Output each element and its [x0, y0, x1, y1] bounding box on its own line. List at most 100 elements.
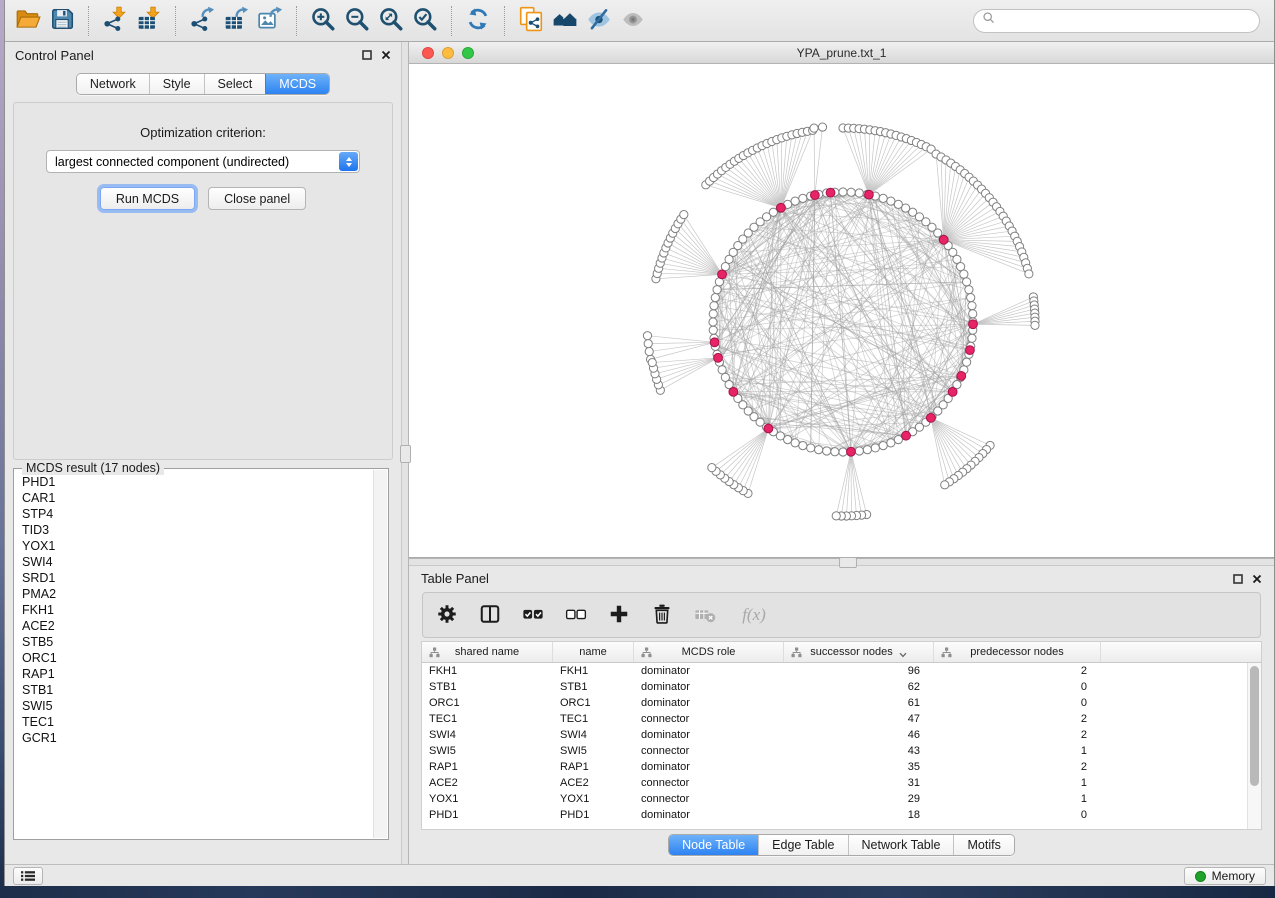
search-input[interactable]: [1001, 13, 1251, 29]
vertical-splitter-grip[interactable]: [400, 445, 411, 463]
cell-shared-name: SWI4: [422, 727, 553, 743]
tab-style[interactable]: Style: [149, 74, 204, 94]
split-columns-button[interactable]: [476, 601, 504, 629]
tab-network[interactable]: Network: [77, 74, 149, 94]
cell-predecessor-nodes: 0: [934, 807, 1101, 823]
settings-gear-icon: [436, 603, 458, 628]
table-row[interactable]: TEC1TEC1connector472: [422, 711, 1261, 727]
table-row[interactable]: ORC1ORC1dominator610: [422, 695, 1261, 711]
close-panel-icon[interactable]: [381, 50, 391, 60]
cell-successor-nodes: 18: [784, 807, 934, 823]
close-panel-button[interactable]: Close panel: [208, 187, 306, 210]
dominator-node: [777, 203, 786, 212]
export-table-button[interactable]: [219, 4, 253, 38]
hide-panel-button[interactable]: [582, 4, 616, 38]
cell-MCDS-role: dominator: [634, 663, 784, 679]
horizontal-splitter-grip[interactable]: [839, 557, 857, 568]
table-scrollbar-thumb[interactable]: [1250, 666, 1259, 786]
delete-column-icon: [651, 603, 673, 628]
mcds-result-item[interactable]: TID3: [22, 522, 374, 538]
deselect-all-button[interactable]: [562, 601, 590, 629]
mcds-result-item[interactable]: YOX1: [22, 538, 374, 554]
column-header-name[interactable]: name: [553, 642, 634, 662]
table-row[interactable]: SWI5SWI5connector431: [422, 743, 1261, 759]
import-table-button[interactable]: [132, 4, 166, 38]
network-canvas[interactable]: [409, 64, 1274, 557]
table-row[interactable]: STB1STB1dominator620: [422, 679, 1261, 695]
show-panels-button[interactable]: [13, 867, 43, 885]
table-row[interactable]: YOX1YOX1connector291: [422, 791, 1261, 807]
zoom-selected-button[interactable]: [408, 4, 442, 38]
memory-status-icon: [1195, 871, 1206, 882]
cell-predecessor-nodes: 1: [934, 791, 1101, 807]
mcds-result-item[interactable]: PHD1: [22, 474, 374, 490]
vertical-splitter[interactable]: [401, 42, 409, 864]
mcds-result-item[interactable]: STB1: [22, 682, 374, 698]
split-columns-icon: [479, 603, 501, 628]
hide-panel-icon: [586, 6, 612, 35]
mcds-result-item[interactable]: TEC1: [22, 714, 374, 730]
float-panel-icon[interactable]: [362, 50, 372, 60]
network-window-title: YPA_prune.txt_1: [409, 46, 1274, 60]
add-column-button[interactable]: [605, 601, 633, 629]
save-session-button[interactable]: [45, 4, 79, 38]
tab-edge-table[interactable]: Edge Table: [758, 835, 847, 855]
horizontal-splitter[interactable]: [409, 558, 1274, 566]
mcds-result-item[interactable]: SWI5: [22, 698, 374, 714]
run-mcds-button[interactable]: Run MCDS: [100, 187, 195, 210]
delete-column-button[interactable]: [648, 601, 676, 629]
table-row[interactable]: SWI4SWI4dominator462: [422, 727, 1261, 743]
zoom-in-button[interactable]: [306, 4, 340, 38]
settings-gear-button[interactable]: [433, 601, 461, 629]
open-file-button[interactable]: [11, 4, 45, 38]
mcds-result-item[interactable]: STP4: [22, 506, 374, 522]
column-header-successor-nodes[interactable]: successor nodes: [784, 642, 934, 662]
mcds-result-scrollbar[interactable]: [373, 470, 387, 838]
select-all-button[interactable]: [519, 601, 547, 629]
mcds-result-item[interactable]: RAP1: [22, 666, 374, 682]
optimization-criterion-select[interactable]: largest connected component (undirected): [46, 150, 360, 173]
export-network-button[interactable]: [185, 4, 219, 38]
import-network-button[interactable]: [98, 4, 132, 38]
dominator-node: [865, 190, 874, 199]
mcds-result-item[interactable]: GCR1: [22, 730, 374, 746]
control-panel-tabs: NetworkStyleSelectMCDS: [76, 73, 330, 95]
table-scrollbar[interactable]: [1247, 663, 1261, 829]
cell-successor-nodes: 46: [784, 727, 934, 743]
sort-menu-icon[interactable]: [899, 649, 907, 655]
table-row[interactable]: RAP1RAP1dominator352: [422, 759, 1261, 775]
tab-select[interactable]: Select: [204, 74, 266, 94]
column-header-shared-name[interactable]: shared name: [422, 642, 553, 662]
mcds-result-item[interactable]: PMA2: [22, 586, 374, 602]
table-row[interactable]: FKH1FKH1dominator962: [422, 663, 1261, 679]
mcds-result-item[interactable]: ORC1: [22, 650, 374, 666]
refresh-network-button[interactable]: [461, 4, 495, 38]
zoom-out-button[interactable]: [340, 4, 374, 38]
tab-network-table[interactable]: Network Table: [848, 835, 954, 855]
clone-network-button[interactable]: [514, 4, 548, 38]
float-panel-icon[interactable]: [1233, 574, 1243, 584]
mcds-result-item[interactable]: ACE2: [22, 618, 374, 634]
tab-motifs[interactable]: Motifs: [953, 835, 1013, 855]
memory-button[interactable]: Memory: [1184, 867, 1266, 885]
table-row[interactable]: ACE2ACE2connector311: [422, 775, 1261, 791]
tab-node-table[interactable]: Node Table: [669, 835, 758, 855]
export-image-button[interactable]: [253, 4, 287, 38]
mcds-result-item[interactable]: FKH1: [22, 602, 374, 618]
zoom-fit-button[interactable]: [374, 4, 408, 38]
network-view-frame: YPA_prune.txt_1: [409, 42, 1274, 558]
zoom-out-icon: [344, 6, 370, 35]
cell-shared-name: PHD1: [422, 807, 553, 823]
column-header-predecessor-nodes[interactable]: predecessor nodes: [934, 642, 1101, 662]
show-panel-button[interactable]: [616, 4, 650, 38]
dominator-node: [926, 413, 935, 422]
column-header-MCDS-role[interactable]: MCDS role: [634, 642, 784, 662]
session-home-button[interactable]: [548, 4, 582, 38]
mcds-result-item[interactable]: SWI4: [22, 554, 374, 570]
mcds-result-item[interactable]: SRD1: [22, 570, 374, 586]
table-row[interactable]: PHD1PHD1dominator180: [422, 807, 1261, 823]
close-panel-icon[interactable]: [1252, 574, 1262, 584]
mcds-result-item[interactable]: CAR1: [22, 490, 374, 506]
tab-mcds[interactable]: MCDS: [265, 74, 329, 94]
mcds-result-item[interactable]: STB5: [22, 634, 374, 650]
